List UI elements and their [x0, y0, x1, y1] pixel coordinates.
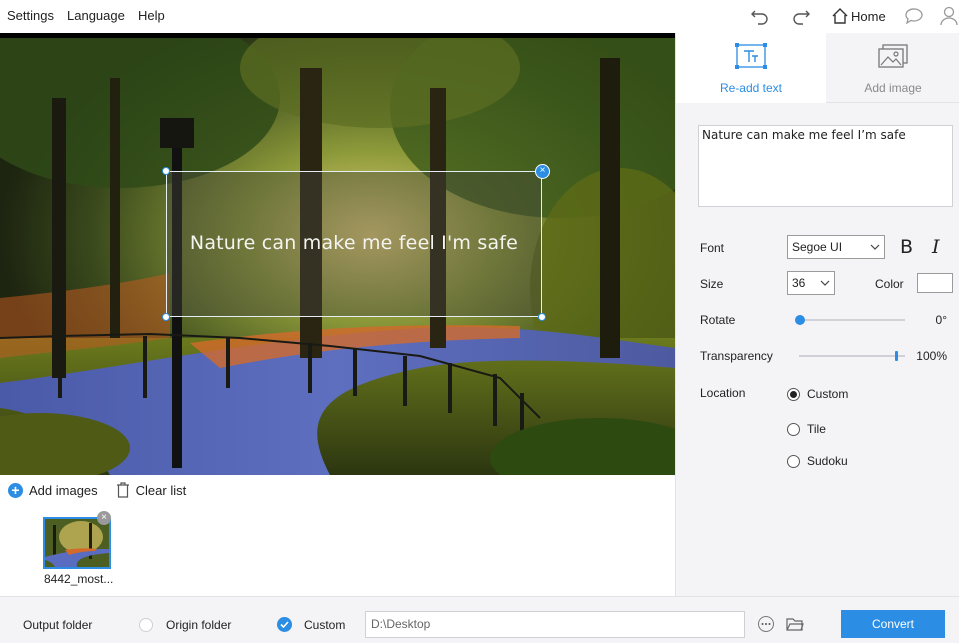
clear-list-label: Clear list: [135, 482, 187, 498]
custom-folder-radio[interactable]: [277, 617, 292, 632]
output-footer: Output folder Origin folder Custom D:\De…: [0, 596, 959, 643]
feedback-chat-icon[interactable]: [903, 5, 925, 27]
image-preview[interactable]: Nature can make me feel I'm safe ×: [0, 33, 675, 475]
user-account-icon[interactable]: [938, 5, 959, 27]
location-option-sudoku[interactable]: Sudoku: [787, 454, 848, 468]
ellipsis-icon: [761, 623, 771, 625]
text-tool-icon: [735, 43, 767, 69]
image-tool-icon: [878, 44, 908, 68]
radio-tile[interactable]: [787, 422, 800, 436]
size-select[interactable]: 36: [787, 271, 835, 295]
tab-re-add-text[interactable]: Re-add text: [676, 33, 826, 103]
text-overlay-content: Nature can make me feel I'm safe: [189, 232, 519, 254]
transparency-slider[interactable]: [799, 351, 905, 361]
origin-folder-radio[interactable]: [139, 618, 153, 632]
watermark-text-input[interactable]: Nature can make me feel I’m safe: [698, 125, 953, 207]
rotate-value: 0°: [935, 313, 947, 327]
location-option-custom[interactable]: Custom: [787, 387, 848, 401]
color-label: Color: [875, 277, 904, 291]
chevron-down-icon: [870, 244, 880, 250]
size-label: Size: [700, 277, 724, 291]
location-label: Location: [700, 386, 746, 400]
color-picker-swatch[interactable]: [917, 273, 953, 293]
plus-icon: +: [8, 482, 23, 498]
custom-folder-label[interactable]: Custom: [304, 618, 345, 632]
clear-list-button[interactable]: Clear list: [116, 482, 187, 498]
remove-thumbnail-close-icon[interactable]: ×: [97, 511, 111, 525]
radio-sudoku[interactable]: [787, 454, 800, 468]
home-icon: [832, 8, 848, 24]
output-path-input[interactable]: D:\Desktop: [365, 611, 745, 638]
text-overlay-box[interactable]: Nature can make me feel I'm safe: [166, 171, 542, 317]
browse-more-icon[interactable]: [758, 616, 774, 632]
image-list-area: + Add images Clear list × 8442_most...: [0, 475, 675, 596]
trash-icon: [116, 482, 129, 498]
chevron-down-icon: [820, 280, 830, 286]
list-toolbar: + Add images Clear list: [8, 482, 186, 498]
size-select-value: 36: [792, 276, 806, 290]
open-folder-icon[interactable]: [786, 616, 804, 632]
font-select-value: Segoe UI: [792, 240, 843, 254]
location-option-sudoku-label: Sudoku: [807, 454, 848, 468]
italic-button[interactable]: I: [932, 236, 940, 258]
resize-handle-bottom-right[interactable]: [538, 313, 546, 321]
image-thumbnail[interactable]: [43, 517, 111, 569]
transparency-label: Transparency: [700, 349, 773, 363]
rotate-label: Rotate: [700, 313, 736, 327]
bold-button[interactable]: B: [900, 236, 913, 258]
font-select[interactable]: Segoe UI: [787, 235, 885, 259]
menubar: Settings Language Help Home: [0, 0, 959, 32]
tab-add-image-label: Add image: [864, 81, 922, 95]
remove-text-close-icon[interactable]: ×: [535, 164, 550, 179]
undo-icon[interactable]: [749, 5, 771, 27]
checkmark-icon: [280, 621, 289, 629]
home-button[interactable]: Home: [831, 6, 886, 26]
add-images-label: Add images: [29, 482, 98, 498]
menu-language[interactable]: Language: [67, 8, 125, 23]
redo-icon[interactable]: [790, 5, 812, 27]
thumbnail-filename: 8442_most...: [44, 572, 114, 586]
home-label: Home: [851, 8, 886, 24]
output-folder-label: Output folder: [23, 618, 93, 632]
location-option-tile[interactable]: Tile: [787, 422, 826, 436]
resize-handle-bottom-left[interactable]: [162, 313, 170, 321]
menu-settings[interactable]: Settings: [7, 8, 54, 23]
font-label: Font: [700, 241, 725, 255]
menu-help[interactable]: Help: [138, 8, 165, 23]
convert-button[interactable]: Convert: [841, 610, 945, 638]
resize-handle-top-left[interactable]: [162, 167, 170, 175]
rotate-slider-thumb[interactable]: [795, 315, 805, 325]
tab-re-add-text-label: Re-add text: [719, 81, 783, 95]
transparency-value: 100%: [916, 349, 947, 363]
tab-add-image[interactable]: Add image: [826, 33, 959, 103]
rotate-slider[interactable]: [795, 315, 905, 325]
thumbnail-image: [45, 519, 109, 567]
properties-panel: Re-add text Add image Nature can make me…: [675, 33, 959, 596]
location-option-tile-label: Tile: [807, 422, 826, 436]
add-images-button[interactable]: + Add images: [8, 482, 98, 498]
origin-folder-label[interactable]: Origin folder: [166, 618, 231, 632]
transparency-slider-thumb[interactable]: [895, 351, 898, 361]
location-option-custom-label: Custom: [807, 387, 849, 401]
radio-custom[interactable]: [787, 387, 800, 401]
